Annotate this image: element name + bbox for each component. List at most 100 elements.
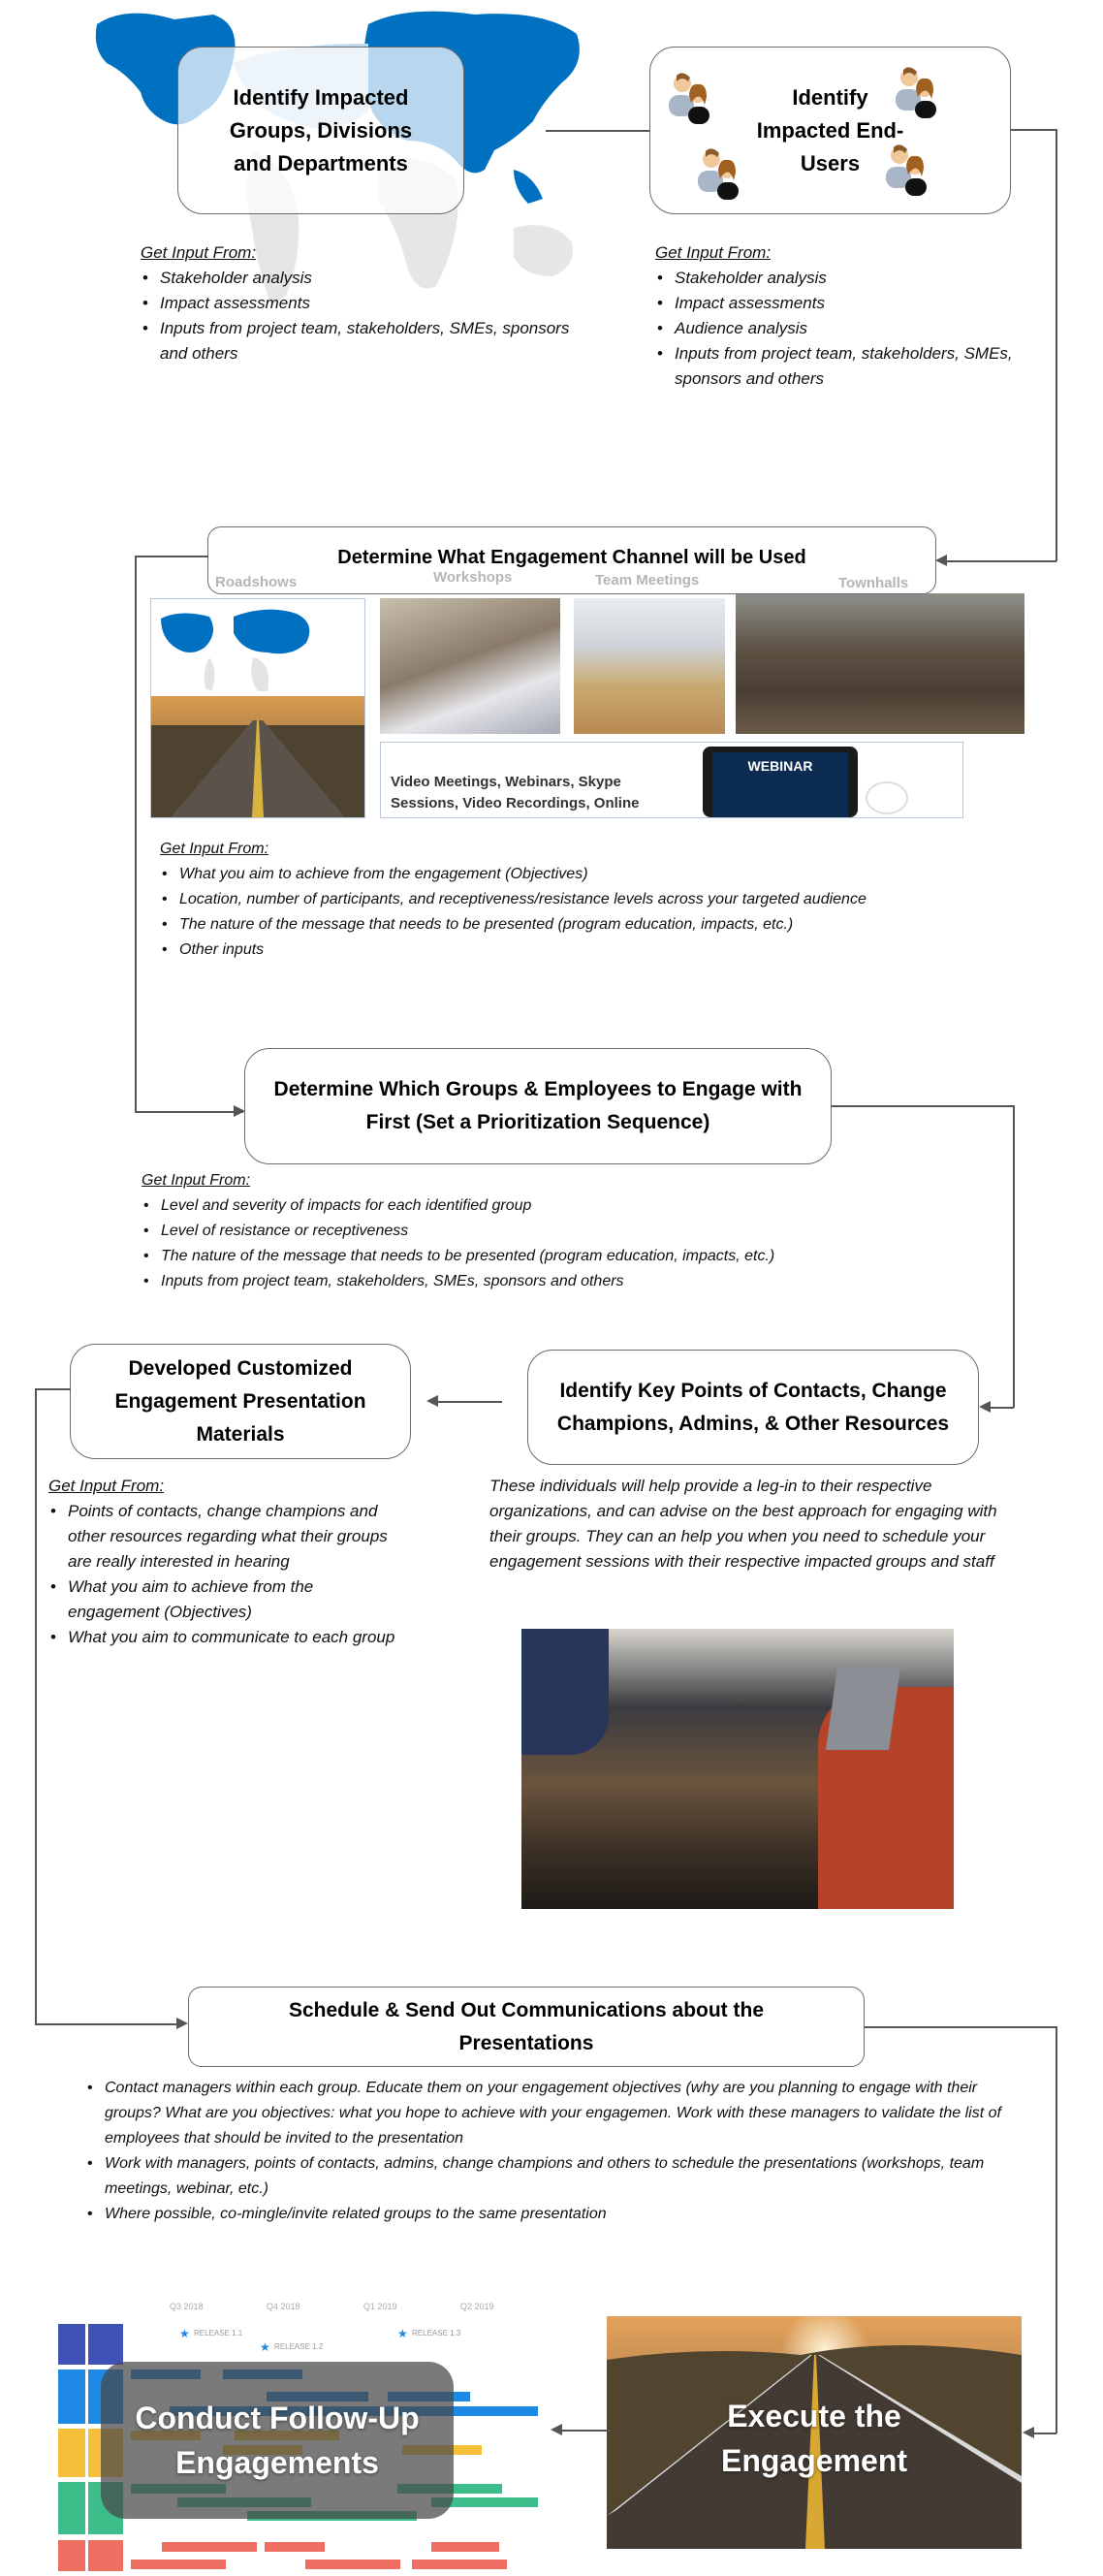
roadmap-milestone: RELEASE 1.1	[194, 2329, 243, 2337]
channel-label-townhalls: Townhalls	[838, 575, 909, 591]
users-icon	[669, 73, 709, 124]
step5-description: These individuals will help provide a le…	[489, 1477, 997, 1571]
input-item: Impact assessments	[657, 291, 1062, 316]
step-title: Determine Which Groups & Employees to En…	[273, 1078, 803, 1133]
connector-line	[865, 2026, 1056, 2028]
users-icon	[698, 148, 739, 200]
webinar-label: WEBINAR	[747, 758, 813, 774]
input-item: What you aim to achieve from the engagem…	[50, 1574, 397, 1625]
virtual-channel-caption: Video Meetings, Webinars, Skype Sessions…	[391, 774, 640, 811]
input-item: Points of contacts, change champions and…	[50, 1499, 397, 1574]
input-item: Impact assessments	[142, 291, 586, 316]
step-identify-impacted-groups[interactable]: Identify Impacted Groups, Divisions and …	[177, 47, 464, 214]
roadmap-milestone: RELEASE 1.2	[274, 2342, 324, 2351]
input-item: Stakeholder analysis	[142, 266, 586, 291]
inputs-heading: Get Input From:	[655, 243, 772, 262]
arrow-left-icon	[979, 1401, 991, 1413]
step1-inputs: Get Input From: Stakeholder analysis Imp…	[141, 240, 586, 366]
bullet-item: Contact managers within each group. Educ…	[87, 2076, 1016, 2151]
input-item: What you aim to achieve from the engagem…	[162, 862, 1061, 887]
channel-label-team-meetings: Team Meetings	[595, 572, 700, 588]
connector-line	[36, 1388, 71, 1390]
bullet-item: Work with managers, points of contacts, …	[87, 2151, 1016, 2202]
virtual-channel-panel: Video Meetings, Webinars, Skype Sessions…	[380, 742, 963, 818]
inputs-heading: Get Input From:	[142, 1172, 251, 1189]
star-icon: ★	[179, 2327, 190, 2340]
townhall-image	[736, 593, 1024, 734]
connector-line	[1056, 2026, 1057, 2433]
input-item: The nature of the message that needs to …	[162, 912, 1061, 938]
step-prioritization[interactable]: Determine Which Groups & Employees to En…	[244, 1048, 832, 1164]
arrow-left-icon	[426, 1395, 438, 1407]
connector-line	[1033, 2433, 1056, 2434]
step-execute-engagement[interactable]: Execute the Engagement	[607, 2316, 1022, 2549]
connector-line	[546, 130, 657, 132]
roadmap-milestone: RELEASE 1.3	[412, 2329, 461, 2337]
tablet-image: WEBINAR	[703, 747, 858, 817]
input-item: Inputs from project team, stakeholders, …	[143, 1269, 1014, 1294]
input-item: Other inputs	[162, 938, 1061, 963]
input-item: Inputs from project team, stakeholders, …	[142, 316, 586, 366]
roadmap-quarter: Q1 2019	[363, 2302, 397, 2311]
connector-line	[832, 1105, 1014, 1107]
step-title: Identify Impacted Groups, Divisions and …	[229, 84, 413, 175]
input-item: Location, number of participants, and re…	[162, 887, 1061, 912]
roadmap-quarter: Q3 2018	[170, 2302, 204, 2311]
input-item: What you aim to communicate to each grou…	[50, 1625, 397, 1650]
step4-inputs: Get Input From: Level and severity of im…	[142, 1168, 1014, 1294]
connector-line	[1011, 129, 1056, 131]
step7-bullets: Contact managers within each group. Educ…	[85, 2076, 1016, 2227]
step-title: Schedule & Send Out Communications about…	[288, 1998, 765, 2054]
inputs-heading: Get Input From:	[48, 1477, 165, 1495]
connector-line	[438, 1401, 502, 1403]
connector-line	[35, 1388, 37, 2024]
connector-line	[1056, 129, 1057, 561]
step-conduct-follow-up[interactable]: Conduct Follow-Up Engagements	[101, 2362, 454, 2519]
channel-label-roadshows: Roadshows	[215, 574, 298, 590]
connector-line	[1013, 1105, 1015, 1408]
arrow-right-icon	[176, 2018, 188, 2029]
step-schedule-communications[interactable]: Schedule & Send Out Communications about…	[188, 1987, 865, 2067]
step3-inputs: Get Input From: What you aim to achieve …	[160, 837, 1061, 963]
step-presentation-materials[interactable]: Developed Customized Engagement Presenta…	[70, 1344, 411, 1459]
input-item: The nature of the message that needs to …	[143, 1244, 1014, 1269]
channel-label-workshops: Workshops	[433, 569, 513, 586]
step-title: Determine What Engagement Channel will b…	[337, 547, 806, 568]
star-icon: ★	[260, 2340, 270, 2354]
connector-line	[136, 556, 208, 557]
inputs-heading: Get Input From:	[160, 841, 269, 857]
step-title: Conduct Follow-Up Engagements	[135, 2401, 420, 2480]
arrow-left-icon	[935, 555, 947, 566]
connector-line	[135, 556, 137, 1112]
input-item: Level and severity of impacts for each i…	[143, 1193, 1014, 1219]
roadmap-quarter: Q4 2018	[267, 2302, 300, 2311]
connector-line	[562, 2430, 611, 2432]
input-item: Stakeholder analysis	[657, 266, 1062, 291]
step-title: Identify Key Points of Contacts, Change …	[556, 1379, 950, 1435]
step-title: Execute the Engagement	[720, 2399, 908, 2478]
star-icon: ★	[397, 2327, 408, 2340]
users-icon	[886, 144, 927, 196]
step-engagement-channel[interactable]: Determine What Engagement Channel will b…	[207, 526, 936, 594]
bullet-item: Where possible, co-mingle/invite related…	[87, 2202, 1016, 2227]
team-meeting-photo	[521, 1629, 954, 1909]
connector-line	[135, 1111, 243, 1113]
arrow-left-icon	[551, 2424, 562, 2435]
step-key-points-of-contact[interactable]: Identify Key Points of Contacts, Change …	[527, 1350, 979, 1465]
inputs-heading: Get Input From:	[141, 243, 257, 262]
connector-line	[989, 1407, 1014, 1409]
roadmap-quarter: Q2 2019	[460, 2302, 494, 2311]
input-item: Audience analysis	[657, 316, 1062, 341]
arrow-left-icon	[1023, 2427, 1034, 2438]
workshop-image	[380, 598, 560, 734]
coffee-cup-image	[866, 781, 908, 814]
connector-line	[946, 560, 1056, 562]
team-meeting-image	[574, 598, 725, 734]
roadshow-image	[150, 598, 365, 818]
step6-inputs: Get Input From: Points of contacts, chan…	[48, 1474, 397, 1650]
connector-line	[35, 2023, 178, 2025]
step-title: Developed Customized Engagement Presenta…	[114, 1356, 366, 1446]
step2-inputs: Get Input From: Stakeholder analysis Imp…	[655, 240, 1062, 392]
users-icon	[896, 67, 936, 118]
input-item: Level of resistance or receptiveness	[143, 1219, 1014, 1244]
